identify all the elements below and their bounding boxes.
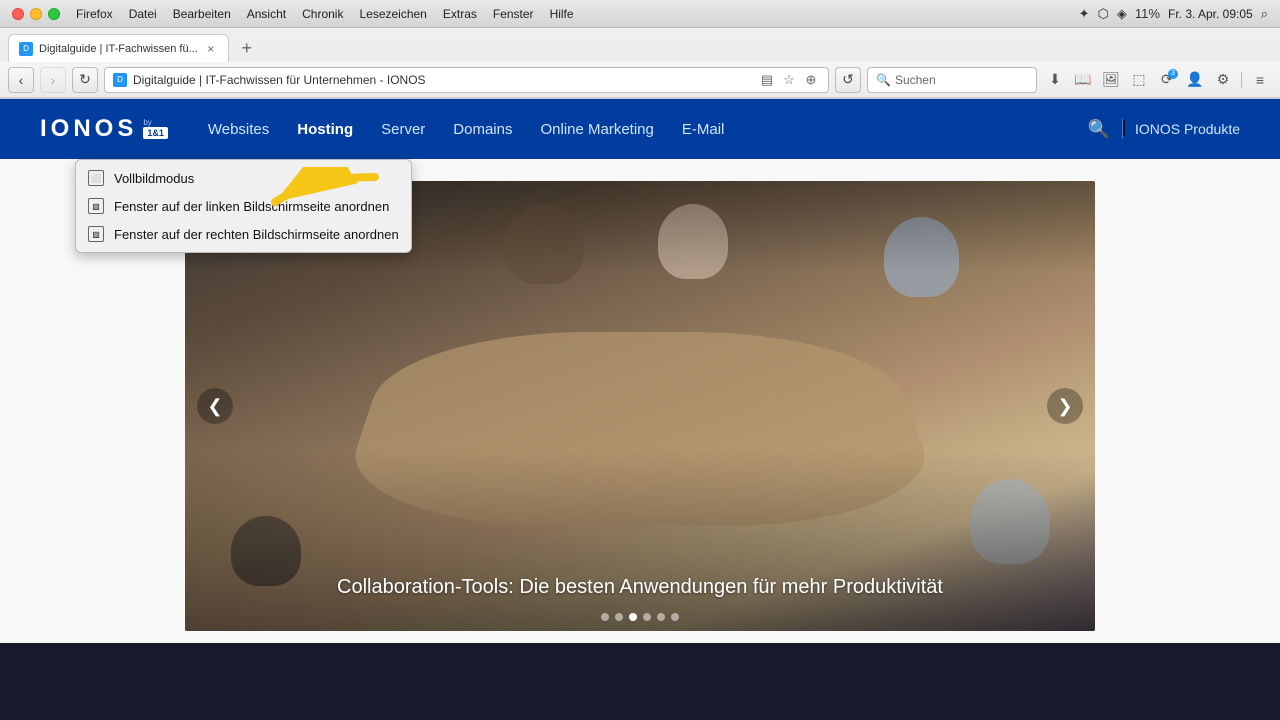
menu-item-rechts-label: Fenster auf der rechten Bildschirmseite …	[114, 227, 399, 242]
browser-chrome: D Digitalguide | IT-Fachwissen fü... × +…	[0, 28, 1280, 99]
forward-button[interactable]: ›	[40, 67, 66, 93]
nav-separator	[1241, 72, 1242, 88]
download-icon[interactable]: ⬇	[1043, 68, 1067, 92]
ionos-nav-divider: |	[1122, 119, 1123, 139]
menu-item-links[interactable]: ▧ Fenster auf der linken Bildschirmseite…	[76, 192, 411, 220]
ionos-badge: 1&1	[143, 127, 168, 139]
refresh-button[interactable]: ↺	[835, 67, 861, 93]
ionos-nav-right: 🔍 | IONOS Produkte	[1088, 119, 1240, 140]
back-button[interactable]: ‹	[8, 67, 34, 93]
clock: Fr. 3. Apr. 09:05	[1168, 7, 1253, 21]
sync-icon[interactable]: ⟳ 3	[1155, 68, 1179, 92]
nav-bar: ‹ › ↻ D Digitalguide | IT-Fachwissen für…	[0, 62, 1280, 98]
browser-tab-active[interactable]: D Digitalguide | IT-Fachwissen fü... ×	[8, 34, 229, 62]
search-bar[interactable]: 🔍 Suchen	[867, 67, 1037, 93]
bookmark-icon[interactable]: ☆	[780, 72, 798, 88]
wifi-icon: ◈	[1117, 6, 1127, 22]
menu-firefox[interactable]: Firefox	[76, 7, 113, 21]
pocket-icon[interactable]: 📖	[1071, 68, 1095, 92]
menu-ansicht[interactable]: Ansicht	[247, 7, 286, 21]
nav-link-hosting[interactable]: Hosting	[297, 121, 353, 138]
rechts-icon: ▨	[88, 226, 104, 242]
links-icon: ▧	[88, 198, 104, 214]
tab-favicon: D	[19, 42, 33, 56]
settings-icon[interactable]: ⚙	[1211, 68, 1235, 92]
menu-item-links-label: Fenster auf der linken Bildschirmseite a…	[114, 199, 389, 214]
ionos-logo[interactable]: IONOS by 1&1	[40, 115, 168, 143]
ionos-products-link[interactable]: IONOS Produkte	[1135, 121, 1240, 137]
address-icons: ▤ ☆ ⊕	[758, 72, 820, 88]
menu-hilfe[interactable]: Hilfe	[550, 7, 574, 21]
hero-dot-3[interactable]	[629, 613, 637, 621]
address-bar[interactable]: D Digitalguide | IT-Fachwissen für Unter…	[104, 67, 829, 93]
profile-icon[interactable]: 👤	[1183, 68, 1207, 92]
hero-caption: Collaboration-Tools: Die besten Anwendun…	[185, 576, 1095, 599]
screenshot-icon[interactable]: 🖼	[1099, 68, 1123, 92]
menu-datei[interactable]: Datei	[129, 7, 157, 21]
hero-dot-6[interactable]	[671, 613, 679, 621]
menu-item-vollbild-label: Vollbildmodus	[114, 171, 194, 186]
shield-icon[interactable]: ⊕	[802, 72, 820, 88]
bluetooth-icon: ✦	[1079, 6, 1090, 22]
reader-mode-icon[interactable]: ▤	[758, 72, 776, 88]
macos-menu: Firefox Datei Bearbeiten Ansicht Chronik…	[76, 7, 574, 21]
fullscreen-dot[interactable]	[48, 8, 60, 20]
menu-icon[interactable]: ≡	[1248, 68, 1272, 92]
nav-link-online-marketing[interactable]: Online Marketing	[540, 121, 653, 138]
hero-next-button[interactable]: ❯	[1047, 388, 1083, 424]
tab-bar: D Digitalguide | IT-Fachwissen fü... × +	[0, 28, 1280, 62]
hero-prev-button[interactable]: ❮	[197, 388, 233, 424]
context-menu: ⬜ Vollbildmodus ▧ Fenster auf der linken…	[75, 159, 412, 253]
ionos-nav-links: Websites Hosting Server Domains Online M…	[208, 121, 1088, 138]
nav-link-email[interactable]: E-Mail	[682, 121, 725, 138]
hero-dot-1[interactable]	[601, 613, 609, 621]
hero-dot-4[interactable]	[643, 613, 651, 621]
menu-fenster[interactable]: Fenster	[493, 7, 534, 21]
hero-dot-5[interactable]	[657, 613, 665, 621]
menu-item-rechts[interactable]: ▨ Fenster auf der rechten Bildschirmseit…	[76, 220, 411, 248]
nav-right-icons: ⬇ 📖 🖼 ⬚ ⟳ 3 👤 ⚙ ≡	[1043, 68, 1272, 92]
nav-link-websites[interactable]: Websites	[208, 121, 269, 138]
titlebar: Firefox Datei Bearbeiten Ansicht Chronik…	[0, 0, 1280, 28]
site-favicon: D	[113, 73, 127, 87]
titlebar-right: ✦ ⬡ ◈ 11% Fr. 3. Apr. 09:05 ⌕	[1079, 6, 1268, 22]
nav-link-domains[interactable]: Domains	[453, 121, 512, 138]
hero-dots	[601, 613, 679, 621]
reload-button[interactable]: ↻	[72, 67, 98, 93]
battery-text: 11%	[1135, 6, 1160, 21]
cast-icon: ⬡	[1098, 6, 1109, 22]
ionos-logo-text: IONOS	[40, 115, 137, 143]
ionos-navbar: IONOS by 1&1 Websites Hosting Server Dom…	[0, 99, 1280, 159]
screenshot2-icon[interactable]: ⬚	[1127, 68, 1151, 92]
menu-chronik[interactable]: Chronik	[302, 7, 343, 21]
ionos-by-label: by	[143, 119, 151, 127]
ionos-search-icon[interactable]: 🔍	[1088, 119, 1110, 140]
tab-label: Digitalguide | IT-Fachwissen fü...	[39, 43, 198, 55]
menu-item-vollbild[interactable]: ⬜ Vollbildmodus	[76, 164, 411, 192]
tab-close-button[interactable]: ×	[204, 42, 218, 56]
nav-link-server[interactable]: Server	[381, 121, 425, 138]
hero-next-icon: ❯	[1057, 396, 1072, 417]
new-tab-button[interactable]: +	[233, 34, 261, 62]
spotlight-icon[interactable]: ⌕	[1261, 6, 1268, 22]
search-icon: 🔍	[876, 73, 891, 87]
menu-extras[interactable]: Extras	[443, 7, 477, 21]
hero-prev-icon: ❮	[207, 396, 222, 417]
hero-dot-2[interactable]	[615, 613, 623, 621]
vollbild-icon: ⬜	[88, 170, 104, 186]
window-controls	[12, 8, 60, 20]
sync-badge: 3	[1168, 69, 1178, 79]
close-dot[interactable]	[12, 8, 24, 20]
search-placeholder: Suchen	[895, 73, 936, 87]
address-text: Digitalguide | IT-Fachwissen für Unterne…	[133, 73, 752, 87]
minimize-dot[interactable]	[30, 8, 42, 20]
menu-lesezeichen[interactable]: Lesezeichen	[359, 7, 426, 21]
menu-bearbeiten[interactable]: Bearbeiten	[173, 7, 231, 21]
